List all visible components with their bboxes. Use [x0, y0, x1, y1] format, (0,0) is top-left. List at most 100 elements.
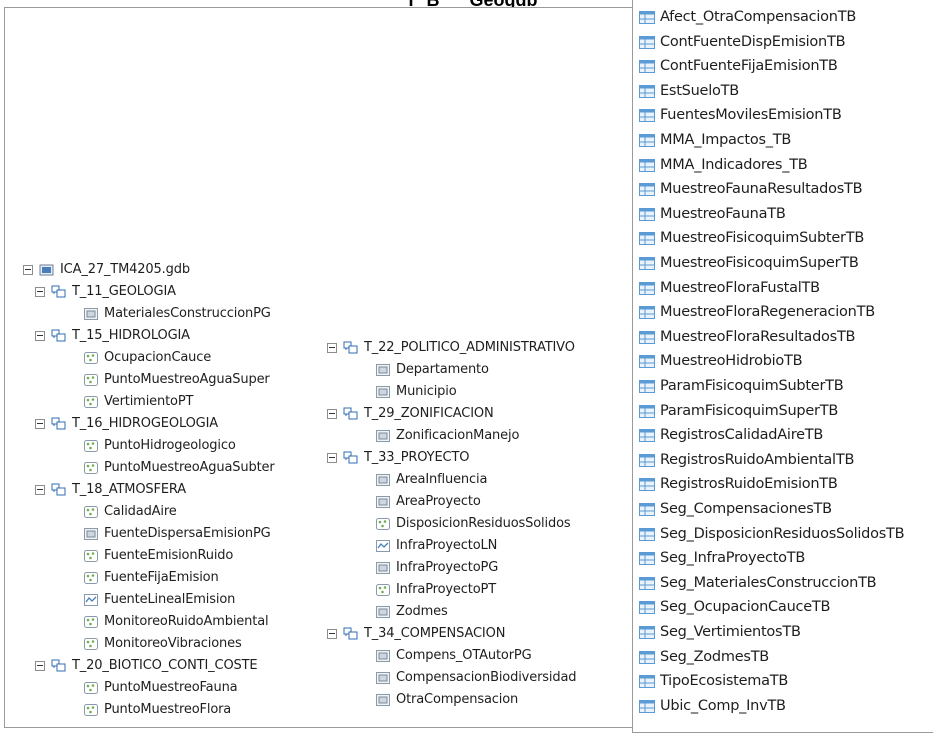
- table-list-item[interactable]: MuestreoFloraResultadosTB: [639, 325, 856, 349]
- table-list-item[interactable]: MuestreoFisicoquimSuperTB: [639, 251, 859, 275]
- table-list-item[interactable]: EstSueloTB: [639, 79, 739, 103]
- tree-node-feature-class[interactable]: InfraProyectoPG: [375, 557, 498, 579]
- point-fc-icon: [84, 638, 98, 650]
- collapse-gdb-toggle[interactable]: [23, 265, 33, 275]
- table-list-item[interactable]: FuentesMovilesEmisionTB: [639, 103, 842, 127]
- tree-node-dataset[interactable]: T_15_HIDROLOGIA: [35, 325, 190, 347]
- table-icon: [639, 601, 655, 615]
- tree-node-feature-class[interactable]: CompensacionBiodiversidad: [375, 667, 577, 689]
- table-list-item[interactable]: RegistrosRuidoAmbientalTB: [639, 448, 854, 472]
- feature-class-label: AreaProyecto: [396, 494, 481, 509]
- collapse-dataset-toggle[interactable]: [327, 629, 337, 639]
- tree-node-feature-class[interactable]: FuenteLinealEmision: [83, 589, 235, 611]
- tree-node-dataset[interactable]: T_34_COMPENSACION: [327, 623, 505, 645]
- tree-node-feature-class[interactable]: PuntoMuestreoAguaSubter: [83, 457, 275, 479]
- table-list-item[interactable]: RegistrosCalidadAireTB: [639, 423, 823, 447]
- table-list-item[interactable]: Seg_OcupacionCauceTB: [639, 595, 830, 619]
- table-list-item[interactable]: Ubic_Comp_InvTB: [639, 694, 786, 718]
- tree-node-feature-class[interactable]: Departamento: [375, 359, 489, 381]
- table-list-item[interactable]: MuestreoFloraFustalTB: [639, 276, 820, 300]
- tree-node-dataset[interactable]: T_18_ATMOSFERA: [35, 479, 186, 501]
- collapse-dataset-toggle[interactable]: [35, 331, 45, 341]
- table-list-item[interactable]: TipoEcosistemaTB: [639, 669, 788, 693]
- tree-node-dataset[interactable]: T_22_POLITICO_ADMINISTRATIVO: [327, 337, 575, 359]
- tree-node-feature-class[interactable]: ZonificacionManejo: [375, 425, 519, 447]
- tree-node-feature-class[interactable]: OcupacionCauce: [83, 347, 211, 369]
- table-list-item[interactable]: MMA_Impactos_TB: [639, 128, 791, 152]
- table-list-item[interactable]: ContFuenteDispEmisionTB: [639, 30, 846, 54]
- table-label: MuestreoFloraFustalTB: [660, 279, 820, 296]
- feature-class-label: MonitoreoRuidoAmbiental: [104, 614, 269, 629]
- tree-node-feature-class[interactable]: AreaInfluencia: [375, 469, 487, 491]
- tree-node-feature-class[interactable]: Compens_OTAutorPG: [375, 645, 532, 667]
- table-list-item[interactable]: Seg_ZodmesTB: [639, 645, 769, 669]
- table-list-item[interactable]: Seg_InfraProyectoTB: [639, 546, 805, 570]
- table-list-item[interactable]: ContFuenteFijaEmisionTB: [639, 54, 838, 78]
- table-icon: [639, 330, 655, 344]
- table-list-item[interactable]: Seg_VertimientosTB: [639, 620, 801, 644]
- tree-node-feature-class[interactable]: PuntoMuestreoFlora: [83, 699, 231, 721]
- tree-node-gdb[interactable]: ICA_27_TM4205.gdb: [23, 259, 190, 281]
- tree-node-feature-class[interactable]: FuenteDispersaEmisionPG: [83, 523, 271, 545]
- table-list-item[interactable]: RegistrosRuidoEmisionTB: [639, 472, 838, 496]
- collapse-dataset-toggle[interactable]: [327, 409, 337, 419]
- collapse-dataset-toggle[interactable]: [35, 661, 45, 671]
- collapse-dataset-toggle[interactable]: [35, 287, 45, 297]
- collapse-dataset-toggle[interactable]: [35, 485, 45, 495]
- table-label: ContFuenteFijaEmisionTB: [660, 58, 838, 75]
- table-list-item[interactable]: ParamFisicoquimSuperTB: [639, 399, 838, 423]
- tree-node-feature-class[interactable]: FuenteFijaEmision: [83, 567, 219, 589]
- tree-node-dataset[interactable]: T_16_HIDROGEOLOGIA: [35, 413, 218, 435]
- tree-node-feature-class[interactable]: MaterialesConstruccionPG: [83, 303, 271, 325]
- tree-node-feature-class[interactable]: DisposicionResiduosSolidos: [375, 513, 571, 535]
- line-fc-icon: [84, 594, 98, 606]
- feature-class-label: FuenteLinealEmision: [104, 592, 236, 607]
- tree-node-feature-class[interactable]: PuntoHidrogeologico: [83, 435, 236, 457]
- collapse-dataset-toggle[interactable]: [35, 419, 45, 429]
- tree-node-dataset[interactable]: T_20_BIOTICO_CONTI_COSTE: [35, 655, 258, 677]
- polygon-fc-icon: [376, 474, 390, 486]
- table-list-item[interactable]: Seg_MaterialesConstruccionTB: [639, 571, 877, 595]
- tree-node-feature-class[interactable]: PuntoMuestreoAguaSuper: [83, 369, 270, 391]
- table-list-item[interactable]: MuestreoHidrobioTB: [639, 349, 803, 373]
- table-list-item[interactable]: MuestreoFaunaTB: [639, 202, 786, 226]
- feature-dataset-icon: [343, 451, 358, 464]
- tree-node-feature-class[interactable]: Municipio: [375, 381, 457, 403]
- feature-class-label: CompensacionBiodiversidad: [396, 670, 577, 685]
- polygon-fc-icon: [376, 386, 390, 398]
- collapse-dataset-toggle[interactable]: [327, 453, 337, 463]
- feature-dataset-icon: [51, 285, 66, 298]
- tree-node-dataset[interactable]: T_29_ZONIFICACION: [327, 403, 494, 425]
- table-list-item[interactable]: Seg_CompensacionesTB: [639, 497, 832, 521]
- tree-node-feature-class[interactable]: MonitoreoRuidoAmbiental: [83, 611, 269, 633]
- tree-node-feature-class[interactable]: OtraCompensacion: [375, 689, 518, 711]
- tree-node-feature-class[interactable]: PuntoMuestreoFauna: [83, 677, 238, 699]
- tree-node-feature-class[interactable]: FuenteEmisionRuido: [83, 545, 233, 567]
- table-list-item[interactable]: MuestreoFaunaResultadosTB: [639, 177, 863, 201]
- tree-node-feature-class[interactable]: MonitoreoVibraciones: [83, 633, 242, 655]
- feature-dataset-icon: [51, 329, 66, 342]
- feature-class-label: VertimientoPT: [104, 394, 194, 409]
- table-list-item[interactable]: MuestreoFloraRegeneracionTB: [639, 300, 875, 324]
- tree-node-dataset[interactable]: T_11_GEOLOGIA: [35, 281, 176, 303]
- polygon-fc-icon: [376, 650, 390, 662]
- tree-node-feature-class[interactable]: InfraProyectoPT: [375, 579, 496, 601]
- table-list-item[interactable]: MuestreoFisicoquimSubterTB: [639, 226, 864, 250]
- table-label: MMA_Impactos_TB: [660, 132, 792, 148]
- tree-node-dataset[interactable]: T_33_PROYECTO: [327, 447, 469, 469]
- dataset-label: T_22_POLITICO_ADMINISTRATIVO: [364, 340, 575, 355]
- tree-node-feature-class[interactable]: VertimientoPT: [83, 391, 193, 413]
- table-label: MMA_Indicadores_TB: [660, 156, 808, 173]
- table-list-item[interactable]: MMA_Indicadores_TB: [639, 153, 808, 177]
- table-list-item[interactable]: Seg_DisposicionResiduosSolidosTB: [639, 522, 905, 546]
- tree-node-feature-class[interactable]: Zodmes: [375, 601, 448, 623]
- feature-class-label: CalidadAire: [104, 504, 177, 519]
- tree-node-feature-class[interactable]: CalidadAire: [83, 501, 177, 523]
- table-list-item[interactable]: ParamFisicoquimSubterTB: [639, 374, 844, 398]
- feature-class-label: OcupacionCauce: [104, 350, 212, 365]
- collapse-dataset-toggle[interactable]: [327, 343, 337, 353]
- table-label: Afect_OtraCompensacionTB: [660, 9, 857, 25]
- tree-node-feature-class[interactable]: InfraProyectoLN: [375, 535, 497, 557]
- table-list-item[interactable]: Afect_OtraCompensacionTB: [639, 5, 856, 29]
- tree-node-feature-class[interactable]: AreaProyecto: [375, 491, 481, 513]
